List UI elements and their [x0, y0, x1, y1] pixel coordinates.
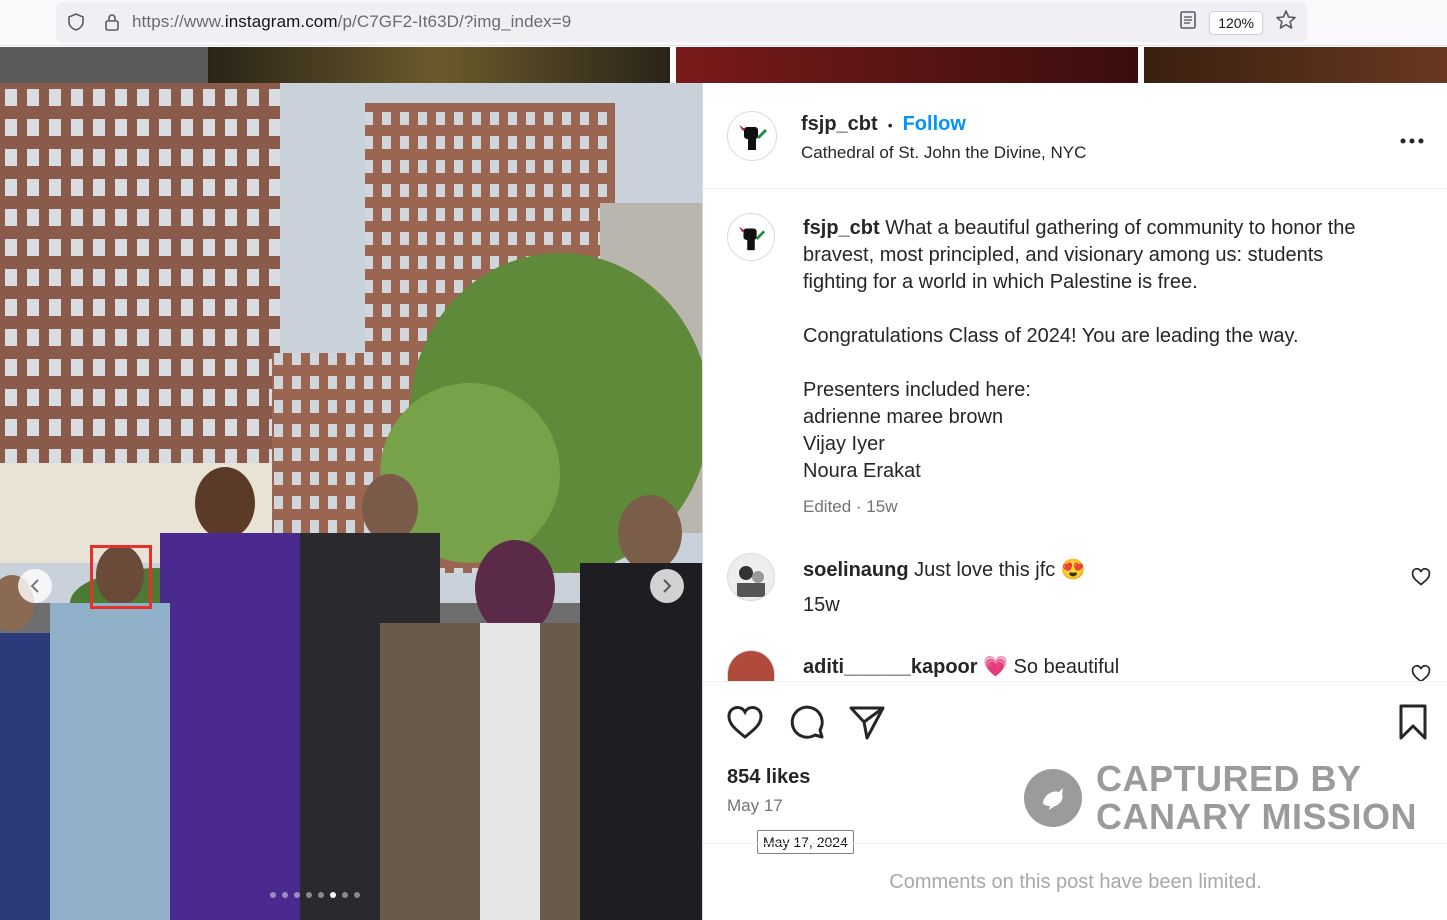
comment-body: 💗 So beautiful: [983, 656, 1120, 678]
fist-logo-icon: [738, 226, 766, 251]
highlight-box: [90, 545, 152, 609]
url-text[interactable]: https://www.instagram.com/p/C7GF2-It63D/…: [132, 12, 571, 32]
comment-text: soelinaung Just love this jfc 😍: [803, 557, 1086, 582]
shield-icon[interactable]: [66, 12, 86, 32]
caption-line: Noura Erakat: [803, 460, 921, 482]
caption-meta: Edited · 15w: [803, 497, 898, 516]
comment-username[interactable]: aditi______kapoor: [803, 656, 978, 678]
address-bar[interactable]: https://www.instagram.com/p/C7GF2-It63D/…: [56, 2, 1307, 42]
caption-line: adrienne maree brown: [803, 406, 1004, 428]
post-location[interactable]: Cathedral of St. John the Divine, NYC: [801, 143, 1086, 163]
post-photo[interactable]: [0, 83, 702, 920]
comment-like-icon[interactable]: [1411, 567, 1431, 587]
follow-button[interactable]: Follow: [903, 113, 966, 136]
url-path: /p/C7GF2-It63D/?img_index=9: [337, 12, 572, 31]
more-options-button[interactable]: [1400, 123, 1424, 151]
watermark-line: CANARY MISSION: [1096, 796, 1418, 837]
caption-line: Vijay Iyer: [803, 433, 885, 455]
post-caption: fsjp_cbt What a beautiful gathering of c…: [803, 215, 1403, 520]
fist-logo-icon: [739, 125, 767, 150]
save-bookmark-icon[interactable]: [1393, 702, 1433, 742]
caption-username[interactable]: fsjp_cbt: [803, 217, 880, 239]
browser-toolbar: https://www.instagram.com/p/C7GF2-It63D/…: [0, 0, 1447, 46]
more-icon: [1400, 138, 1424, 144]
share-icon[interactable]: [847, 702, 887, 742]
comment-username[interactable]: soelinaung: [803, 559, 909, 581]
commenter-avatar[interactable]: [727, 553, 775, 601]
caption-line: bravest, most principled, and visionary …: [803, 244, 1324, 266]
watermark: CAPTURED BY CANARY MISSION: [1024, 760, 1417, 836]
zoom-level-button[interactable]: 120%: [1209, 10, 1263, 35]
bookmark-star-icon[interactable]: [1275, 9, 1297, 36]
photo-illustration: [0, 83, 702, 920]
separator-dot: •: [887, 116, 893, 133]
caption-line: What a beautiful gathering of community …: [885, 217, 1356, 239]
comment-time[interactable]: 15w: [803, 594, 840, 617]
like-heart-icon[interactable]: [725, 702, 765, 742]
comment-text: aditi______kapoor 💗 So beautiful: [803, 654, 1119, 679]
likes-count[interactable]: 854 likes: [727, 766, 810, 789]
post-username[interactable]: fsjp_cbt: [801, 113, 878, 136]
url-host: instagram.com: [224, 12, 338, 31]
caption-line: fighting for a world in which Palestine …: [803, 271, 1198, 293]
avatar[interactable]: [727, 111, 777, 161]
caption-line: Congratulations Class of 2024! You are l…: [803, 325, 1299, 347]
chevron-right-icon: [663, 579, 672, 593]
caption-avatar[interactable]: [727, 213, 775, 261]
comment-icon[interactable]: [787, 702, 827, 742]
post-date[interactable]: May 17: [727, 796, 783, 816]
caption-line: Presenters included here:: [803, 379, 1031, 401]
person-photo-icon: [737, 566, 765, 597]
canary-logo-icon: [1024, 769, 1082, 827]
previous-image-button[interactable]: [18, 569, 52, 603]
comments-limited-notice: Comments on this post have been limited.: [703, 843, 1447, 920]
carousel-dots: [270, 892, 360, 898]
lock-icon[interactable]: [102, 12, 122, 32]
commenter-avatar[interactable]: [727, 650, 775, 681]
post-header: fsjp_cbt • Follow Cathedral of St. John …: [703, 83, 1447, 189]
background-page-strip: [0, 47, 1447, 83]
url-prefix: https://www.: [132, 12, 225, 31]
reader-view-icon[interactable]: [1179, 10, 1197, 35]
watermark-line: CAPTURED BY: [1096, 758, 1362, 799]
next-image-button[interactable]: [650, 569, 684, 603]
comment-body: Just love this jfc 😍: [914, 559, 1086, 581]
chevron-left-icon: [30, 579, 39, 593]
